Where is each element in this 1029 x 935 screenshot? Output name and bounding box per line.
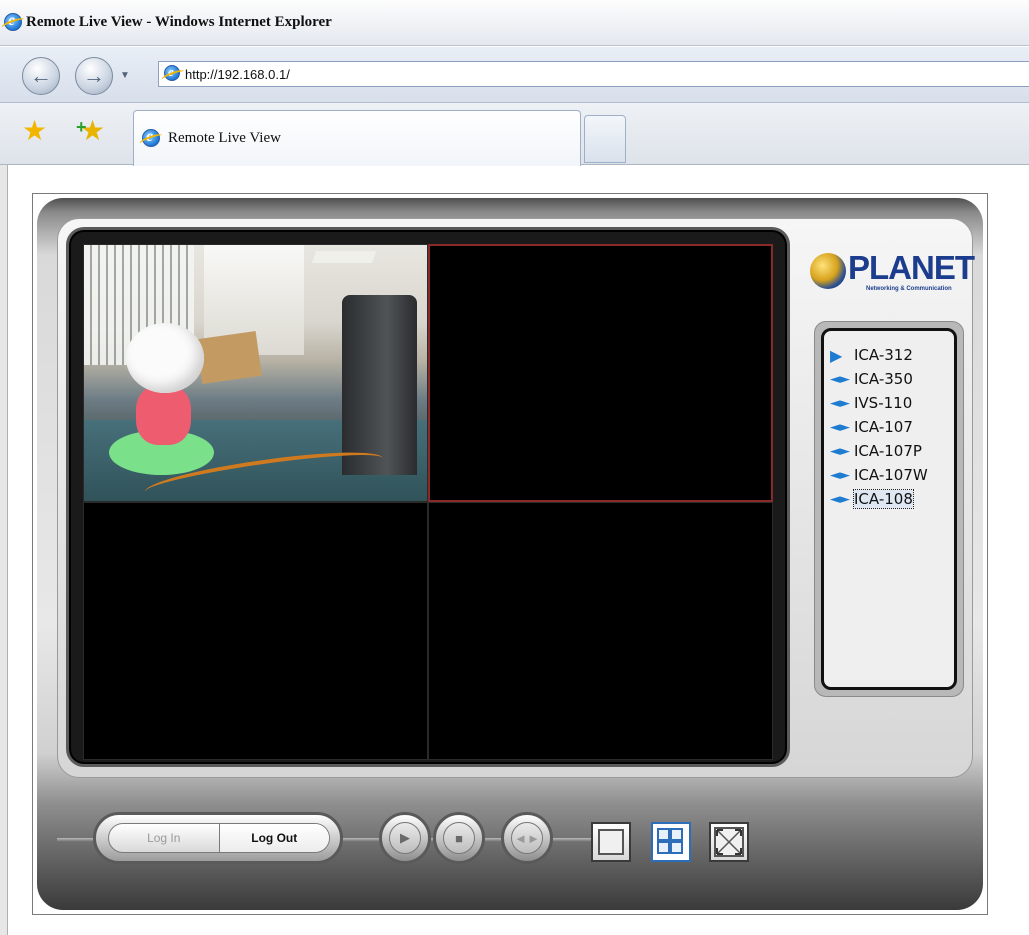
logout-button[interactable]: Log Out xyxy=(219,824,329,852)
tab-label: Remote Live View xyxy=(168,130,281,146)
quad-view-button[interactable] xyxy=(651,822,691,862)
main-panel: PLANET Networking & Communication ▶ ICA-3… xyxy=(57,218,975,778)
camera-speaker-icon: ◄► xyxy=(830,371,850,387)
speaker-icon: ◄► xyxy=(511,822,543,854)
tab-bar: ★ ★ + e Remote Live View xyxy=(0,103,1029,166)
tab-remote-live-view[interactable]: e Remote Live View xyxy=(133,110,581,166)
camera-label: ICA-312 xyxy=(854,346,913,364)
new-tab-button[interactable] xyxy=(584,115,626,163)
video-cell-1[interactable] xyxy=(83,244,428,502)
camera-speaker-icon: ◄► xyxy=(830,467,850,483)
camera-speaker-icon: ◄► xyxy=(830,443,850,459)
camera-live-image xyxy=(84,245,427,501)
play-icon: ▶ xyxy=(389,822,421,854)
logo-name: PLANET xyxy=(848,249,975,286)
window-title: Remote Live View - Windows Internet Expl… xyxy=(26,14,332,30)
camera-item-ica-350[interactable]: ◄► ICA-350 xyxy=(830,367,954,391)
camera-label: ICA-107P xyxy=(854,442,922,460)
camera-label: IVS-110 xyxy=(854,394,913,412)
camera-label: ICA-108 xyxy=(853,489,914,509)
single-view-button[interactable] xyxy=(591,822,631,862)
fullscreen-icon xyxy=(714,827,744,857)
camera-label: ICA-107W xyxy=(854,466,928,484)
login-button[interactable]: Log In xyxy=(109,824,220,852)
video-cell-2[interactable] xyxy=(428,244,773,502)
logo-tagline: Networking & Communication xyxy=(866,286,952,292)
camera-item-ica-312[interactable]: ▶ ICA-312 xyxy=(830,343,954,367)
play-button[interactable]: ▶ xyxy=(379,812,431,864)
camera-label: ICA-107 xyxy=(854,418,913,436)
back-button[interactable]: ← xyxy=(22,57,60,95)
stop-button[interactable]: ■ xyxy=(433,812,485,864)
app-frame: PLANET Networking & Communication ▶ ICA-3… xyxy=(37,198,983,910)
camera-item-ivs-110[interactable]: ◄► IVS-110 xyxy=(830,391,954,415)
add-favorites-icon[interactable]: ★ + xyxy=(76,117,105,145)
history-dropdown-icon[interactable]: ▼ xyxy=(120,70,130,81)
page-icon: e xyxy=(164,64,180,81)
camera-speaker-icon: ◄► xyxy=(830,491,850,507)
play-triangle-icon: ▶ xyxy=(830,345,843,365)
camera-list: ▶ ICA-312 ◄► ICA-350 ◄► IVS-110 ◄► ICA-107 ◄… xyxy=(821,328,957,690)
planet-globe-icon xyxy=(810,253,846,289)
video-cell-3[interactable] xyxy=(83,502,428,760)
window-titlebar: e Remote Live View - Windows Internet Ex… xyxy=(0,0,1029,46)
single-view-icon xyxy=(598,829,624,855)
video-bezel xyxy=(66,227,790,767)
audio-button[interactable]: ◄► xyxy=(501,812,553,864)
ie-logo-icon: e xyxy=(4,12,22,31)
camera-item-ica-107w[interactable]: ◄► ICA-107W xyxy=(830,463,954,487)
planet-logo: PLANET Networking & Communication xyxy=(808,249,975,297)
video-cell-4[interactable] xyxy=(428,502,773,760)
content-left-border xyxy=(0,165,8,935)
camera-label: ICA-350 xyxy=(854,370,913,388)
address-bar[interactable]: e http://192.168.0.1/ xyxy=(158,61,1029,87)
address-url[interactable]: http://192.168.0.1/ xyxy=(185,67,290,82)
forward-button[interactable]: → xyxy=(75,57,113,95)
fullscreen-button[interactable] xyxy=(709,822,749,862)
camera-list-panel: ▶ ICA-312 ◄► ICA-350 ◄► IVS-110 ◄► ICA-107 ◄… xyxy=(814,321,964,697)
tab-page-icon: e xyxy=(142,128,160,147)
login-logout-group: Log In Log Out xyxy=(93,812,343,864)
video-grid xyxy=(83,244,773,760)
camera-item-ica-107[interactable]: ◄► ICA-107 xyxy=(830,415,954,439)
remote-live-view-app: PLANET Networking & Communication ▶ ICA-3… xyxy=(32,193,988,915)
camera-item-ica-107p[interactable]: ◄► ICA-107P xyxy=(830,439,954,463)
favorites-star-icon[interactable]: ★ xyxy=(22,117,47,145)
control-bar: Log In Log Out ▶ ■ ◄► xyxy=(37,788,983,898)
navigation-bar: ← → ▼ e http://192.168.0.1/ xyxy=(0,47,1029,103)
camera-speaker-icon: ◄► xyxy=(830,395,850,411)
camera-item-ica-108[interactable]: ◄► ICA-108 xyxy=(830,487,954,511)
stop-icon: ■ xyxy=(443,822,475,854)
camera-speaker-icon: ◄► xyxy=(830,419,850,435)
